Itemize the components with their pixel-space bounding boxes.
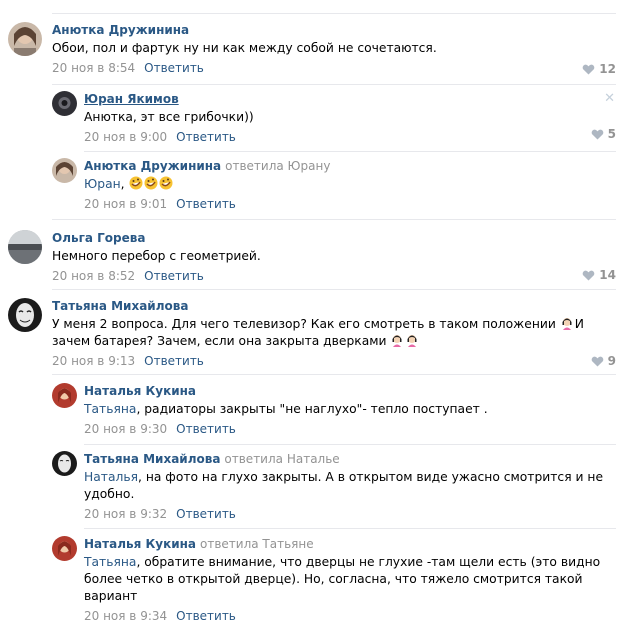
comment-author[interactable]: Анютка Дружинина	[84, 159, 221, 173]
divider	[52, 84, 616, 85]
divider	[84, 444, 616, 445]
avatar[interactable]	[52, 451, 77, 476]
addressee-link[interactable]: Юран	[84, 177, 121, 191]
comment-text: Наталья, на фото на глухо закрыты. А в о…	[84, 470, 604, 501]
reply-comment: Анютка Дружинина ответила Юрану Юран, 20…	[52, 158, 616, 214]
comment-author[interactable]: Юран Якимов	[84, 92, 179, 106]
addressee-link[interactable]: Наталья	[84, 470, 138, 484]
reply-comment: Наталья Кукина ответила Татьяне Татьяна,…	[52, 536, 616, 623]
like-count: 5	[607, 127, 616, 141]
girl-emoji	[560, 316, 574, 330]
heart-icon	[591, 129, 603, 140]
comment-text: Татьяна, обратите внимание, что дверцы н…	[84, 555, 601, 603]
comment-text: Обои, пол и фартук ну ни как между собой…	[52, 41, 437, 55]
reply-comment: Татьяна Михайлова ответила Наталье Натал…	[52, 451, 616, 523]
comment: Ольга Горева Немного перебор с геометрие…	[8, 230, 616, 286]
comment-date[interactable]: 20 ноя в 9:13	[52, 354, 135, 368]
comment: Татьяна Михайлова У меня 2 вопроса. Для …	[8, 298, 616, 370]
comment-author[interactable]: Анютка Дружинина	[52, 23, 189, 37]
comment-date[interactable]: 20 ноя в 9:01	[84, 197, 167, 211]
reply-to-label: ответила Наталье	[224, 452, 340, 466]
reply-to-label: ответила Татьяне	[200, 537, 314, 551]
avatar[interactable]	[52, 91, 77, 116]
divider	[52, 289, 616, 290]
like-count: 14	[599, 268, 616, 282]
comment-text: Анютка, эт все грибочки))	[84, 110, 254, 124]
reply-button[interactable]: Ответить	[176, 609, 236, 623]
comment-author[interactable]: Наталья Кукина	[84, 537, 196, 551]
comment-text: Немного перебор с геометрией.	[52, 249, 261, 263]
avatar[interactable]	[52, 536, 77, 561]
divider	[52, 219, 616, 220]
top-divider	[52, 13, 616, 14]
like-count: 12	[599, 62, 616, 76]
divider	[52, 374, 616, 375]
comment-text: У меня 2 вопроса. Для чего телевизор? Ка…	[52, 316, 584, 348]
avatar[interactable]	[52, 383, 77, 408]
divider	[84, 528, 616, 529]
reply-comment: Наталья Кукина Татьяна, радиаторы закрыт…	[52, 383, 616, 439]
like-button[interactable]: 14	[582, 267, 616, 283]
comment-author[interactable]: Ольга Горева	[52, 231, 145, 245]
like-button[interactable]: 5	[591, 126, 616, 142]
reply-button[interactable]: Ответить	[176, 422, 236, 436]
comment-text: Татьяна, радиаторы закрыты "не наглухо"-…	[84, 402, 488, 416]
avatar[interactable]	[8, 230, 42, 264]
comment-date[interactable]: 20 ноя в 8:54	[52, 61, 135, 75]
reply-button[interactable]: Ответить	[176, 507, 236, 521]
addressee-link[interactable]: Татьяна	[84, 555, 136, 569]
girl-emoji	[390, 333, 404, 347]
reply-button[interactable]: Ответить	[176, 130, 236, 144]
addressee-link[interactable]: Татьяна	[84, 402, 136, 416]
like-count: 9	[607, 354, 616, 368]
reply-button[interactable]: Ответить	[144, 61, 204, 75]
comment: Анютка Дружинина Обои, пол и фартук ну н…	[8, 22, 616, 78]
heart-icon	[591, 356, 603, 367]
like-button[interactable]: 9	[591, 353, 616, 369]
heart-icon	[582, 64, 595, 75]
rofl-emoji	[129, 176, 174, 191]
comment-date[interactable]: 20 ноя в 9:00	[84, 130, 167, 144]
heart-icon	[582, 270, 595, 281]
comment-date[interactable]: 20 ноя в 9:30	[84, 422, 167, 436]
reply-comment: Юран Якимов Анютка, эт все грибочки)) 20…	[52, 91, 616, 147]
reply-button[interactable]: Ответить	[176, 197, 236, 211]
comment-text: Юран,	[84, 176, 616, 193]
avatar[interactable]	[8, 298, 42, 332]
comment-author[interactable]: Наталья Кукина	[84, 384, 196, 398]
reply-to-label: ответила Юрану	[225, 159, 331, 173]
comment-author[interactable]: Татьяна Михайлова	[52, 299, 188, 313]
like-button[interactable]: 12	[582, 61, 616, 77]
comment-date[interactable]: 20 ноя в 9:34	[84, 609, 167, 623]
avatar[interactable]	[52, 158, 77, 183]
girl-emoji	[405, 333, 419, 347]
reply-button[interactable]: Ответить	[144, 269, 204, 283]
comment-date[interactable]: 20 ноя в 8:52	[52, 269, 135, 283]
reply-button[interactable]: Ответить	[144, 354, 204, 368]
divider	[84, 151, 616, 152]
comment-date[interactable]: 20 ноя в 9:32	[84, 507, 167, 521]
close-icon[interactable]: ✕	[604, 91, 615, 106]
comment-author[interactable]: Татьяна Михайлова	[84, 452, 220, 466]
avatar[interactable]	[8, 22, 42, 56]
